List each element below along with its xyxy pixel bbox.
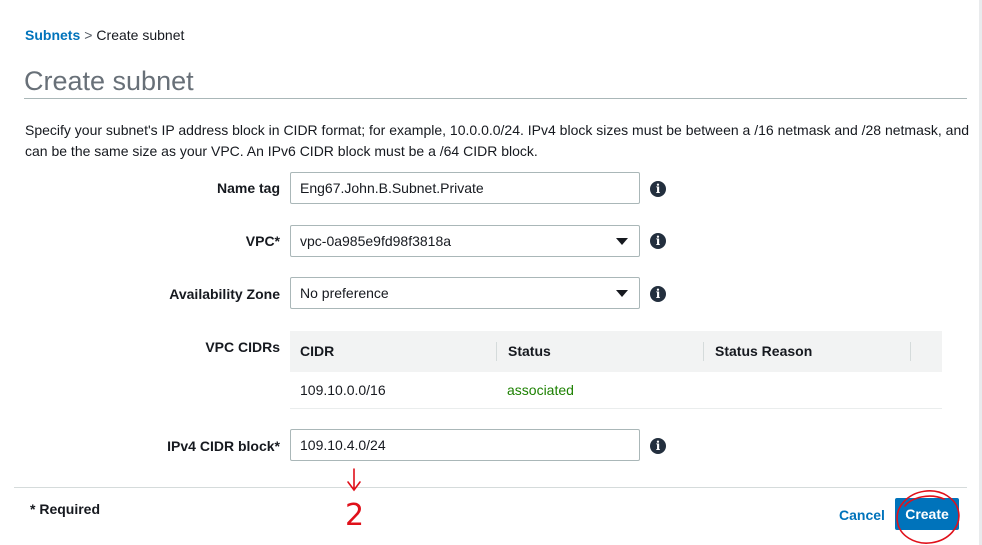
- column-header-cidr[interactable]: CIDR: [300, 331, 334, 372]
- column-divider: [496, 342, 497, 361]
- table-row: 109.10.0.0/16 associated: [290, 372, 942, 409]
- required-note: * Required: [30, 501, 101, 517]
- title-divider: [24, 98, 967, 99]
- table-header: CIDR Status Status Reason: [290, 331, 942, 372]
- az-select[interactable]: No preference: [290, 277, 640, 309]
- breadcrumb-separator: >: [84, 27, 93, 43]
- create-button[interactable]: Create: [895, 498, 959, 530]
- info-circle-icon[interactable]: i: [650, 438, 666, 454]
- column-header-status-reason[interactable]: Status Reason: [715, 331, 812, 372]
- page-title: Create subnet: [24, 66, 194, 96]
- name-tag-label: Name tag: [216, 180, 280, 196]
- vpc-label: VPC*: [245, 233, 280, 249]
- status-cell: associated: [507, 382, 574, 398]
- vpc-select[interactable]: vpc-0a985e9fd98f3818a: [290, 225, 640, 257]
- vpc-cidrs-label: VPC CIDRs: [205, 339, 280, 355]
- ipv4-cidr-label: IPv4 CIDR block*: [167, 438, 280, 454]
- az-label: Availability Zone: [169, 286, 280, 302]
- breadcrumb: Subnets > Create subnet: [25, 27, 184, 43]
- column-header-status[interactable]: Status: [508, 331, 551, 372]
- column-divider: [910, 342, 911, 361]
- cidr-cell: 109.10.0.0/16: [300, 382, 386, 398]
- info-circle-icon[interactable]: i: [650, 233, 666, 249]
- breadcrumb-subnets-link[interactable]: Subnets: [25, 27, 80, 43]
- name-tag-input[interactable]: [290, 172, 640, 204]
- info-circle-icon[interactable]: i: [650, 286, 666, 302]
- footer-divider: [14, 487, 967, 488]
- ipv4-cidr-input[interactable]: [290, 429, 640, 461]
- vpc-cidrs-table: CIDR Status Status Reason 109.10.0.0/16 …: [290, 331, 942, 409]
- vpc-select-value: vpc-0a985e9fd98f3818a: [300, 233, 452, 249]
- az-select-value: No preference: [300, 285, 389, 301]
- annotation-number: 2: [345, 498, 364, 533]
- cancel-button[interactable]: Cancel: [839, 507, 885, 523]
- column-divider: [703, 342, 704, 361]
- intro-text: Specify your subnet's IP address block i…: [25, 122, 970, 159]
- caret-down-icon: [616, 290, 628, 297]
- breadcrumb-current: Create subnet: [96, 27, 185, 43]
- info-circle-icon[interactable]: i: [650, 181, 666, 197]
- caret-down-icon: [616, 238, 628, 245]
